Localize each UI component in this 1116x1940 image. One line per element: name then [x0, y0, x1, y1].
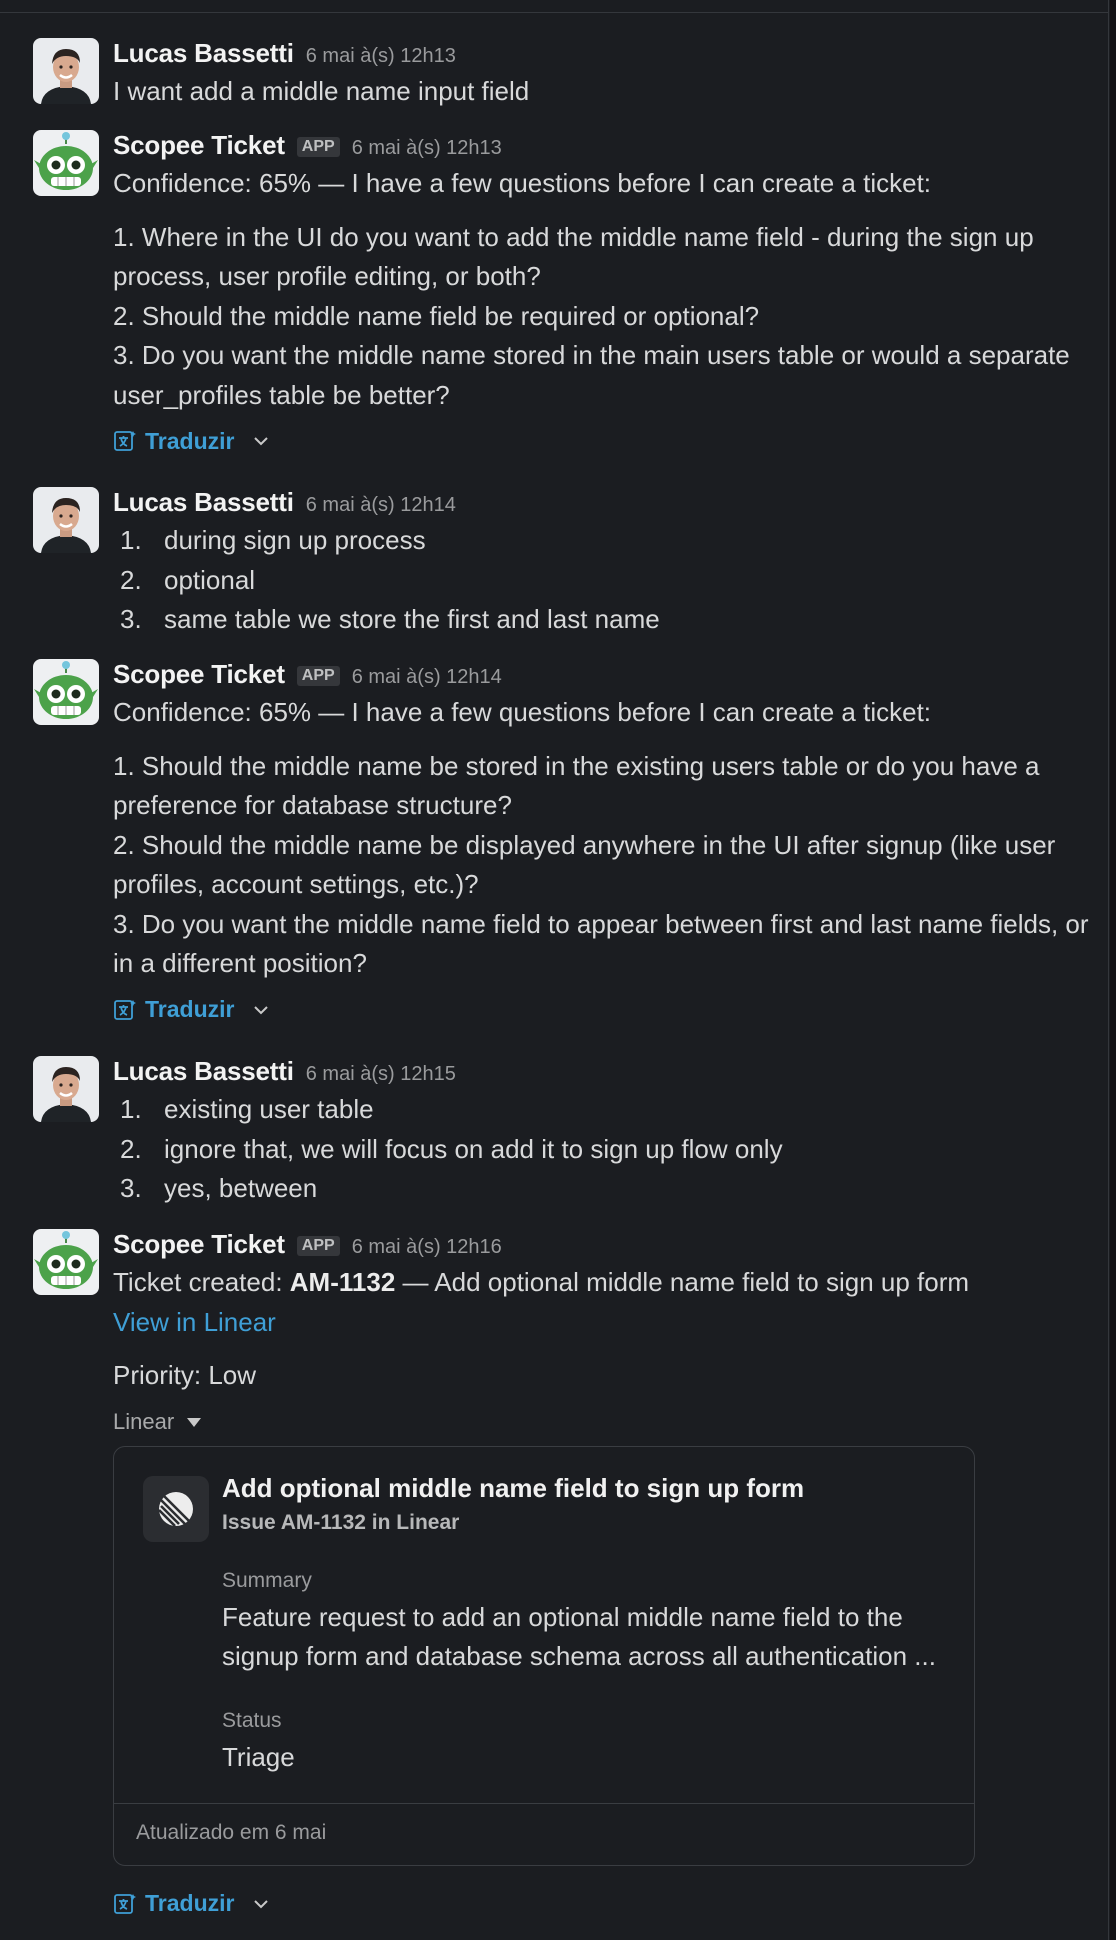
- message-intro: Confidence: 65% — I have a few questions…: [113, 697, 932, 727]
- linear-logo-icon: [143, 1475, 209, 1542]
- question-1: 1. Should the middle name be stored in t…: [113, 750, 1040, 821]
- translate-label[interactable]: Traduzir: [145, 428, 234, 455]
- translate-button[interactable]: Traduzir: [113, 990, 1100, 1030]
- card-title[interactable]: Add optional middle name field to sign u…: [222, 1473, 804, 1504]
- sender-name[interactable]: Lucas Bassetti: [113, 38, 294, 69]
- question-2: 2. Should the middle name field be requi…: [113, 300, 760, 331]
- card-subtitle: Issue AM-1132 in Linear: [222, 1510, 460, 1534]
- card-divider: [114, 1802, 974, 1804]
- translate-icon: [114, 999, 136, 1020]
- translate-icon: [114, 431, 136, 451]
- timestamp[interactable]: 6 mai à(s) 12h14: [306, 494, 456, 517]
- card-updated: Atualizado em 6 mai: [136, 1820, 327, 1844]
- question-2: 2. Should the middle name be displayed a…: [113, 829, 1056, 900]
- app-badge: APP: [296, 1236, 340, 1256]
- reply-list: 1. existing user table 2. ignore that, we …: [113, 1090, 1100, 1209]
- avatar-lucas[interactable]: [33, 38, 99, 104]
- list-item: 3. same table we store the first and last…: [120, 604, 660, 634]
- sender-name[interactable]: Lucas Bassetti: [113, 1056, 294, 1087]
- unfurl-source-label: Linear: [113, 1408, 175, 1434]
- translate-button[interactable]: Traduzir: [113, 421, 1100, 461]
- ticket-prefix: Ticket created:: [113, 1267, 290, 1297]
- caret-down-icon[interactable]: [186, 1416, 202, 1428]
- list-item: 3. yes, between: [120, 1173, 318, 1203]
- reply-list: 1. during sign up process 2. optional 3. sa…: [113, 521, 1100, 640]
- question-3: 3. Do you want the middle name field to …: [113, 908, 1089, 979]
- timestamp[interactable]: 6 mai à(s) 12h13: [306, 45, 456, 68]
- message-text: Confidence: 65% — I have a few questions…: [113, 164, 1100, 415]
- sender-name[interactable]: Lucas Bassetti: [113, 487, 294, 518]
- message-text: I want add a middle name input field: [113, 76, 530, 106]
- sender-name[interactable]: Scopee Ticket: [113, 1229, 285, 1260]
- avatar-scopee[interactable]: [33, 659, 99, 725]
- app-badge: APP: [296, 666, 340, 686]
- timestamp[interactable]: 6 mai à(s) 12h16: [352, 1236, 502, 1259]
- avatar-lucas[interactable]: [33, 1056, 99, 1122]
- unfurl-toggle[interactable]: Linear: [113, 1402, 1100, 1442]
- chevron-down-icon[interactable]: [252, 1895, 270, 1913]
- question-3: 3. Do you want the middle name stored in…: [113, 340, 1070, 410]
- chevron-down-icon[interactable]: [252, 432, 270, 450]
- view-in-linear-link[interactable]: View in Linear: [113, 1307, 276, 1337]
- translate-icon: [114, 1893, 136, 1914]
- linear-issue-card[interactable]: Add optional middle name field to sign u…: [113, 1445, 975, 1866]
- sender-name[interactable]: Scopee Ticket: [113, 130, 285, 161]
- avatar-scopee[interactable]: [33, 130, 99, 196]
- priority-text: Priority: Low: [113, 1360, 257, 1390]
- ticket-id: AM-1132: [289, 1267, 396, 1297]
- top-divider: [0, 12, 1108, 13]
- question-1: 1. Where in the UI do you want to add th…: [113, 221, 1034, 292]
- summary-label: Summary: [222, 1568, 312, 1592]
- status-label: Status: [222, 1708, 282, 1732]
- chevron-down-icon[interactable]: [252, 1001, 270, 1019]
- scrollbar-track[interactable]: [1110, 0, 1116, 1940]
- status-value: Triage: [222, 1741, 295, 1772]
- translate-label[interactable]: Traduzir: [145, 1890, 234, 1917]
- message-intro: Confidence: 65% — I have a few questions…: [113, 168, 932, 198]
- list-item: 1. existing user table: [120, 1094, 374, 1124]
- list-item: 2. ignore that, we will focus on add it t…: [120, 1133, 783, 1164]
- timestamp[interactable]: 6 mai à(s) 12h14: [352, 666, 502, 689]
- avatar-scopee[interactable]: [33, 1229, 99, 1295]
- app-badge: APP: [296, 137, 340, 157]
- summary-text: Feature request to add an optional middl…: [222, 1601, 936, 1671]
- translate-button[interactable]: Traduzir: [113, 1884, 1100, 1924]
- sender-name[interactable]: Scopee Ticket: [113, 659, 285, 690]
- list-item: 1. during sign up process: [120, 525, 426, 555]
- timestamp[interactable]: 6 mai à(s) 12h15: [306, 1063, 456, 1086]
- list-item: 2. optional: [120, 564, 256, 595]
- right-divider: [1108, 0, 1109, 1940]
- message-text: Confidence: 65% — I have a few questions…: [113, 693, 1100, 984]
- message-text: Ticket created: AM-1132 — Add optional m…: [113, 1263, 1100, 1396]
- ticket-title: — Add optional middle name field to sign…: [395, 1267, 970, 1297]
- timestamp[interactable]: 6 mai à(s) 12h13: [352, 137, 502, 160]
- avatar-lucas[interactable]: [33, 487, 99, 553]
- translate-label[interactable]: Traduzir: [145, 996, 234, 1023]
